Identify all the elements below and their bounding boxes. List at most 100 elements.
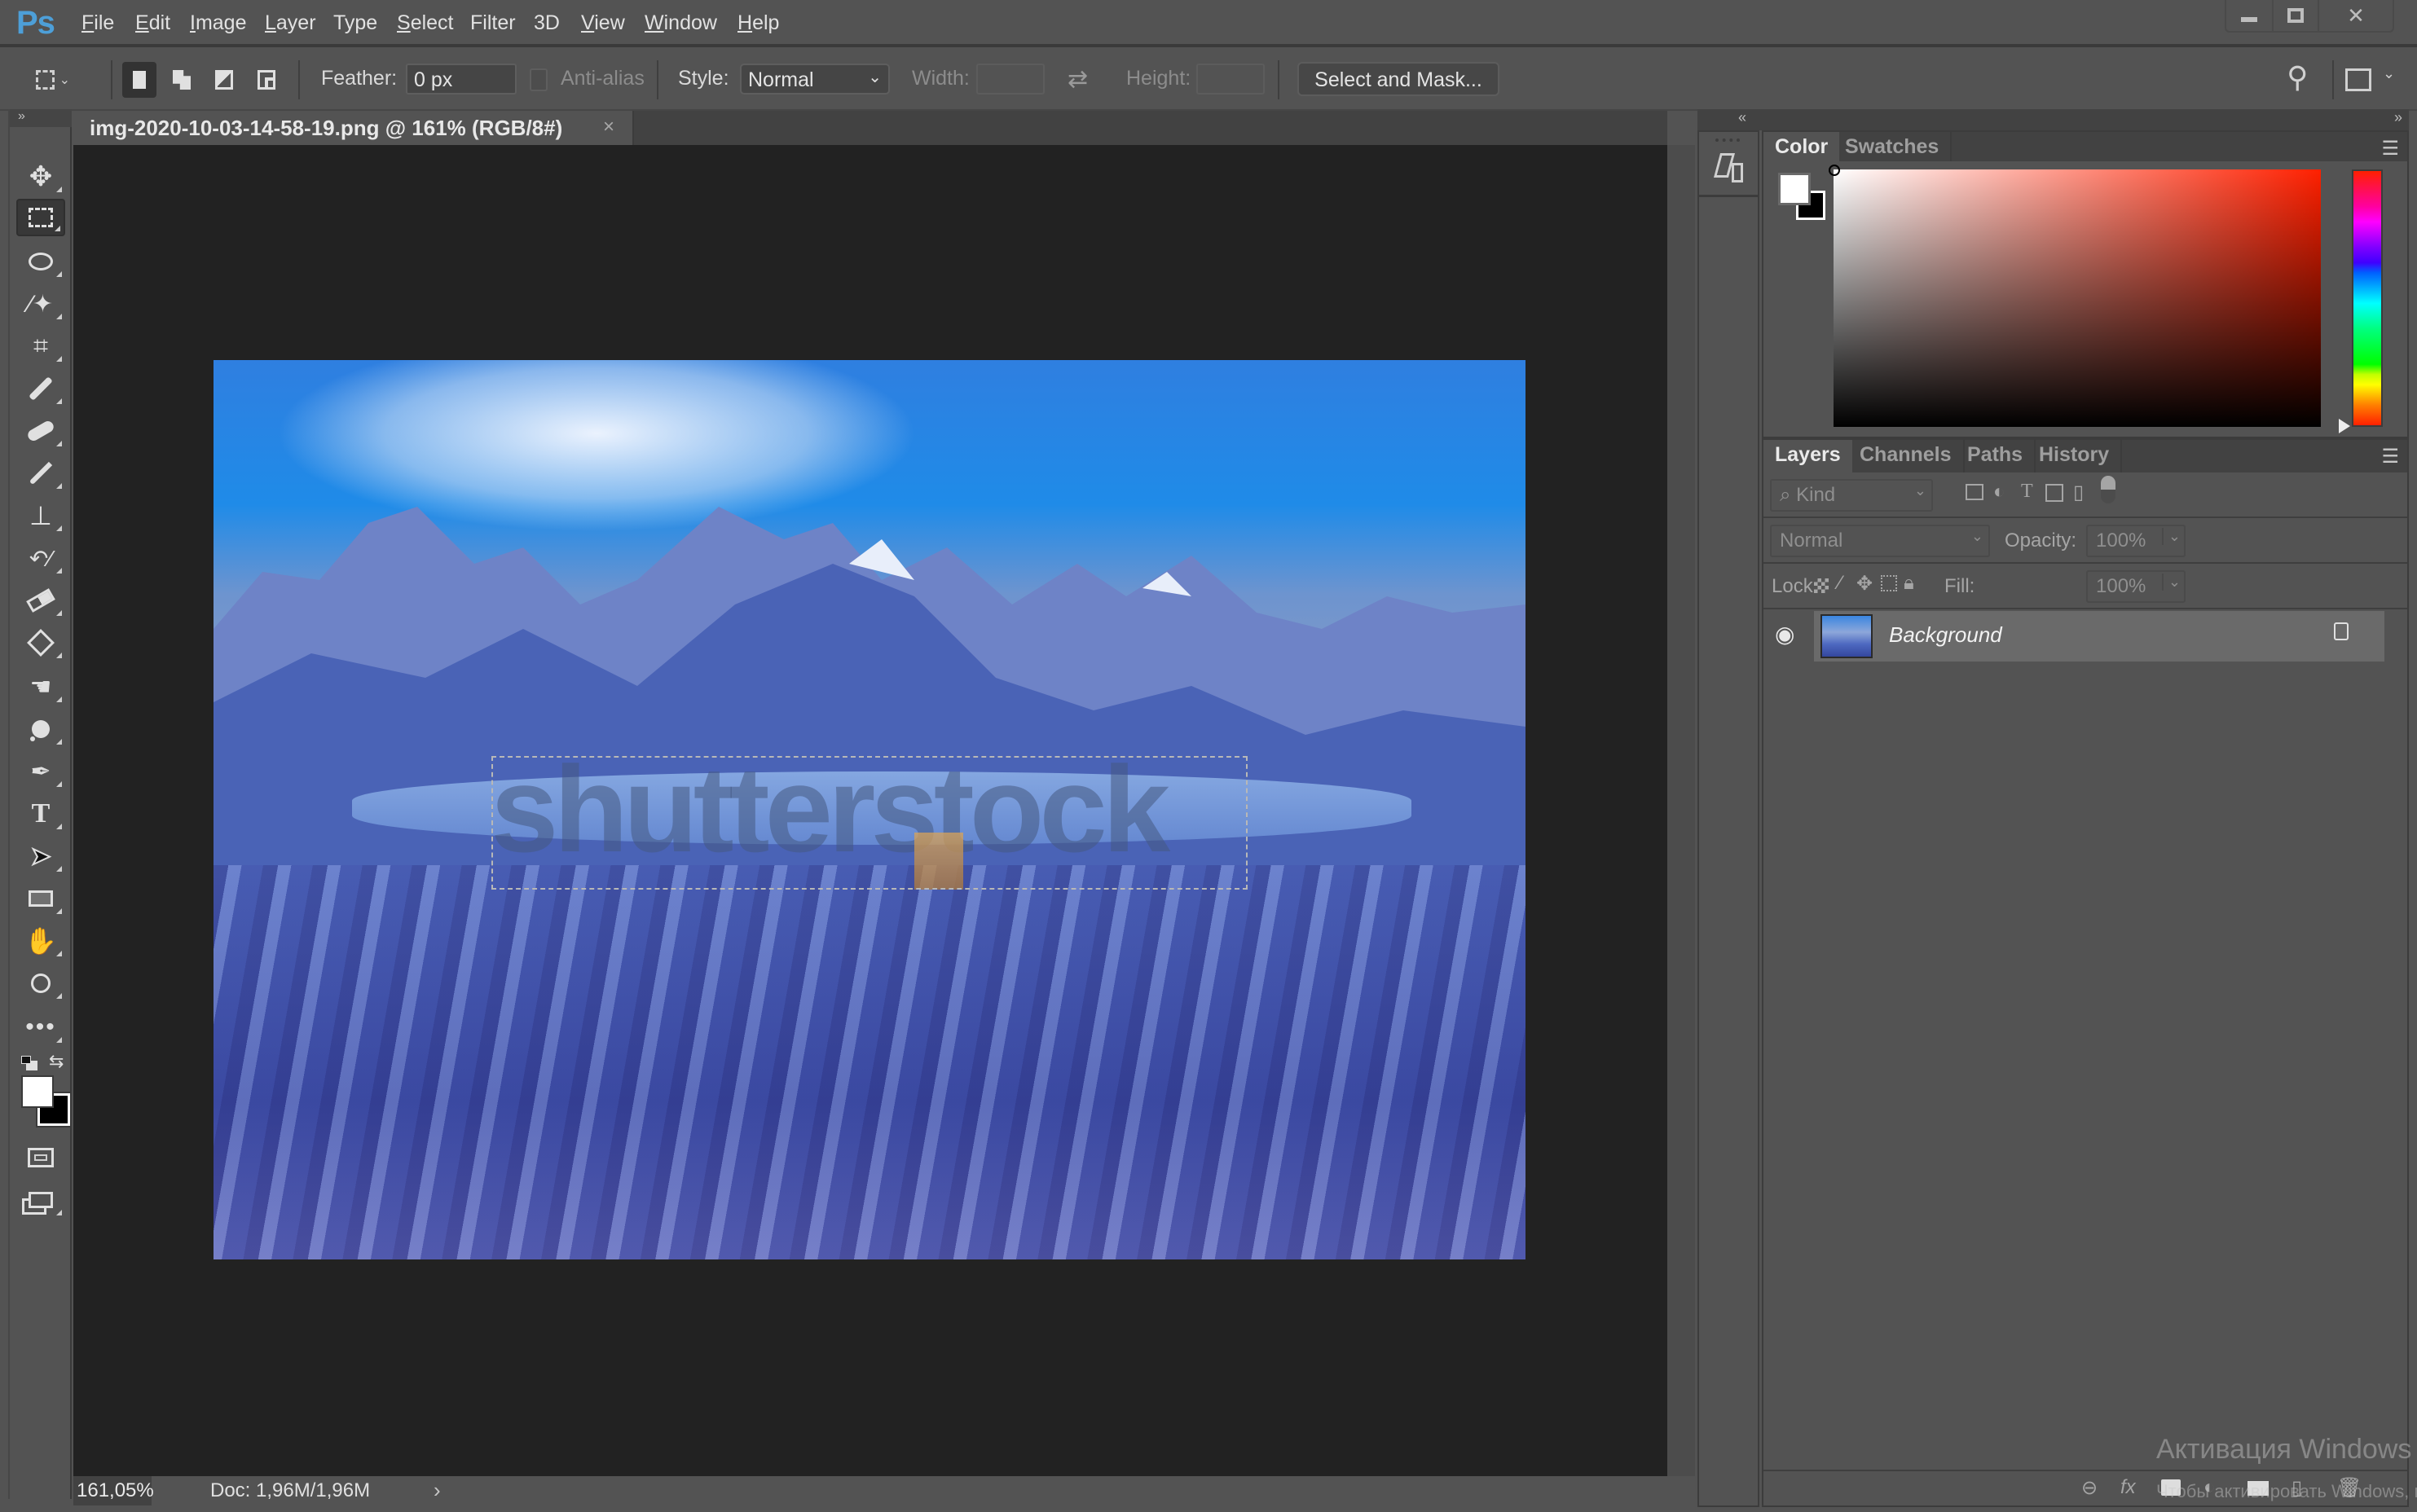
tab-swatches[interactable]: Swatches bbox=[1834, 132, 1953, 161]
search-icon[interactable]: ⚲ bbox=[2287, 60, 2308, 94]
menu-type[interactable]: Type bbox=[333, 11, 377, 35]
hue-slider[interactable] bbox=[2352, 169, 2383, 427]
lock-all-icon[interactable]: 🔒︎ bbox=[1904, 572, 1914, 595]
subtract-selection-button[interactable] bbox=[207, 62, 241, 98]
tab-channels[interactable]: Channels bbox=[1848, 440, 1965, 472]
menu-help[interactable]: Help bbox=[737, 11, 779, 35]
color-picker-handle[interactable] bbox=[1829, 165, 1840, 176]
layer-name[interactable]: Background bbox=[1889, 622, 2002, 648]
menu-view[interactable]: View bbox=[581, 11, 625, 35]
menu-layer[interactable]: Layer bbox=[265, 11, 316, 35]
lock-artboard-icon[interactable] bbox=[1881, 575, 1897, 591]
zoom-level-input[interactable]: 161,05% bbox=[73, 1476, 154, 1505]
maximize-button[interactable] bbox=[2272, 0, 2318, 31]
screen-mode-button[interactable] bbox=[16, 1181, 65, 1219]
anti-alias-checkbox[interactable] bbox=[530, 68, 548, 91]
dodge-tool[interactable] bbox=[16, 710, 65, 748]
menu-file[interactable]: File bbox=[81, 11, 114, 35]
tool-preset-picker[interactable]: ⌄ bbox=[36, 62, 70, 98]
crop-tool[interactable]: ⌗ bbox=[16, 327, 65, 365]
menu-edit[interactable]: Edit bbox=[135, 11, 170, 35]
filter-toggle[interactable] bbox=[2101, 476, 2115, 503]
fx-icon[interactable]: fx bbox=[2120, 1476, 2136, 1499]
selection-marquee[interactable] bbox=[491, 756, 1248, 890]
menu-select[interactable]: Select bbox=[397, 11, 454, 35]
chevron-down-icon[interactable]: ⌄ bbox=[2383, 65, 2395, 82]
document-tab[interactable]: img-2020-10-03-14-58-19.png @ 161% (RGB/… bbox=[72, 111, 634, 145]
pen-tool[interactable]: ✒ bbox=[16, 753, 65, 790]
filter-smart-object-icon[interactable]: ▯ bbox=[2073, 481, 2084, 504]
menu-filter[interactable]: Filter bbox=[470, 11, 516, 35]
toolbar-collapse[interactable]: » bbox=[10, 109, 72, 127]
clone-stamp-tool[interactable]: ⊥ bbox=[16, 497, 65, 534]
fill-input[interactable]: 100% ⌄ bbox=[2086, 570, 2186, 603]
menu-3d[interactable]: 3D bbox=[534, 11, 560, 35]
filter-adjustment-icon[interactable]: ◐ bbox=[1993, 481, 2005, 503]
lock-transparent-icon[interactable] bbox=[1814, 578, 1829, 593]
type-tool[interactable]: T bbox=[16, 795, 65, 833]
link-layers-icon[interactable]: ⊖ bbox=[2081, 1476, 2098, 1500]
tab-layers[interactable]: Layers bbox=[1763, 440, 1852, 472]
color-field[interactable] bbox=[1829, 165, 2321, 427]
swap-colors-icon[interactable]: ⇆ bbox=[49, 1051, 64, 1072]
status-menu-arrow[interactable]: › bbox=[434, 1478, 441, 1503]
foreground-color-chip[interactable] bbox=[1778, 173, 1811, 205]
panel-menu-icon[interactable]: ☰ bbox=[2381, 137, 2399, 160]
healing-brush-tool[interactable] bbox=[16, 412, 65, 450]
filter-shape-icon[interactable] bbox=[2045, 484, 2063, 502]
lock-image-icon[interactable]: ⁄ bbox=[1838, 572, 1842, 595]
properties-panel-button[interactable] bbox=[1699, 132, 1758, 197]
width-input[interactable] bbox=[976, 64, 1045, 94]
tab-paths[interactable]: Paths bbox=[1956, 440, 2036, 472]
collapse-dock-left-icon[interactable]: « bbox=[1738, 109, 1746, 126]
quick-mask-button[interactable] bbox=[16, 1139, 65, 1176]
visibility-eye-icon[interactable]: ◉ bbox=[1775, 621, 1794, 648]
add-to-selection-button[interactable] bbox=[165, 62, 199, 98]
feather-input[interactable]: 0 px bbox=[406, 64, 517, 94]
zoom-tool[interactable] bbox=[16, 965, 65, 1002]
tab-history[interactable]: History bbox=[2027, 440, 2123, 472]
foreground-color-swatch[interactable] bbox=[21, 1075, 54, 1108]
menu-window[interactable]: Window bbox=[645, 11, 717, 35]
collapse-dock-right-icon[interactable]: » bbox=[2394, 109, 2402, 126]
lasso-tool[interactable] bbox=[16, 243, 65, 280]
filter-pixel-icon[interactable] bbox=[1966, 484, 1983, 500]
rectangle-tool[interactable] bbox=[16, 880, 65, 917]
dodge-icon bbox=[32, 720, 50, 738]
magic-wand-tool[interactable]: ⁄✦ bbox=[16, 285, 65, 323]
brush-tool[interactable] bbox=[16, 455, 65, 492]
eraser-tool[interactable] bbox=[16, 582, 65, 619]
panel-menu-icon[interactable]: ☰ bbox=[2381, 445, 2399, 468]
style-select[interactable]: Normal ⌄ bbox=[740, 64, 890, 94]
filter-type-icon[interactable]: T bbox=[2021, 481, 2033, 503]
edit-toolbar-button[interactable]: ••• bbox=[16, 1009, 65, 1046]
eyedropper-tool[interactable] bbox=[16, 370, 65, 407]
menu-image[interactable]: Image bbox=[190, 11, 247, 35]
swap-dimensions-icon[interactable]: ⇄ bbox=[1068, 65, 1088, 94]
close-tab-icon[interactable]: × bbox=[603, 116, 614, 138]
smudge-tool[interactable]: ☚ bbox=[16, 668, 65, 705]
layer-row[interactable]: ◉ Background bbox=[1763, 611, 2384, 662]
paint-bucket-tool[interactable] bbox=[16, 624, 65, 662]
new-selection-button[interactable] bbox=[122, 62, 156, 98]
move-tool[interactable]: ✥ bbox=[16, 158, 65, 196]
filter-kind-select[interactable]: ⌕ Kind ⌄ bbox=[1770, 479, 1933, 512]
vertical-scrollbar[interactable] bbox=[1667, 145, 1695, 1476]
hand-tool[interactable]: ✋ bbox=[16, 922, 65, 960]
rectangular-marquee-tool[interactable] bbox=[16, 199, 65, 236]
quick-mask-icon bbox=[28, 1148, 54, 1167]
path-selection-tool[interactable]: ➤ bbox=[16, 837, 65, 875]
height-input[interactable] bbox=[1196, 64, 1265, 94]
default-colors-button[interactable] bbox=[21, 1056, 39, 1070]
minimize-button[interactable] bbox=[2226, 0, 2272, 31]
opacity-input[interactable]: 100% ⌄ bbox=[2086, 525, 2186, 557]
close-button[interactable]: ✕ bbox=[2318, 0, 2393, 31]
workspace-icon[interactable] bbox=[2345, 68, 2371, 91]
hue-slider-handle[interactable] bbox=[2339, 419, 2350, 433]
history-brush-tool[interactable]: ↶⁄ bbox=[16, 539, 65, 577]
blend-mode-select[interactable]: Normal ⌄ bbox=[1770, 525, 1990, 557]
select-and-mask-button[interactable]: Select and Mask... bbox=[1297, 62, 1499, 96]
lock-position-icon[interactable]: ✥ bbox=[1856, 572, 1873, 596]
intersect-selection-button[interactable] bbox=[249, 62, 284, 98]
tab-color[interactable]: Color bbox=[1763, 132, 1840, 161]
